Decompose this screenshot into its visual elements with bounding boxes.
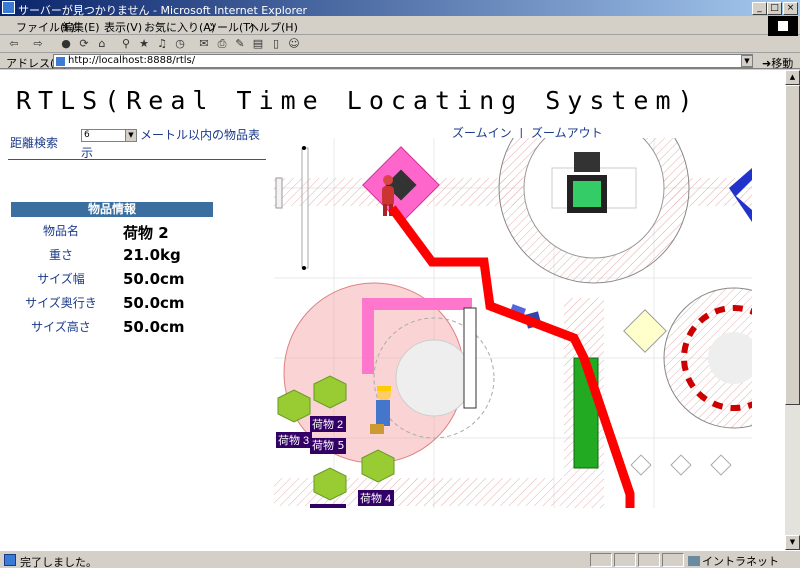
item-height-label: サイズ高さ	[31, 320, 91, 334]
done-icon	[4, 554, 16, 566]
person-icon[interactable]: ☺	[286, 37, 302, 51]
package-5-label: 荷物 5	[310, 438, 346, 454]
chevron-down-icon: ▼	[125, 130, 136, 141]
page-icon	[56, 57, 65, 66]
history-icon[interactable]: ◷	[172, 37, 188, 51]
intranet-icon	[688, 556, 700, 566]
address-url: http://localhost:8888/rtls/	[68, 55, 196, 66]
favorites-icon[interactable]: ★	[136, 37, 152, 51]
item-width-label: サイズ幅	[37, 272, 85, 286]
search-icon[interactable]: ⚲	[118, 37, 134, 51]
item-depth-row: サイズ奥行き 50.0cm	[11, 294, 261, 314]
package-3-label: 荷物 3	[278, 433, 309, 447]
distance-search-label: 距離検索	[10, 136, 59, 150]
home-icon[interactable]: ⌂	[94, 37, 110, 51]
discuss-icon[interactable]: ▤	[250, 37, 266, 51]
menu-bar: ファイル(F) 編集(E) 表示(V) お気に入り(A) ツール(T) ヘルプ(…	[0, 16, 800, 35]
browser-toolbar: ⇦ ⇨ ● ⟳ ⌂ ⚲ ★ ♫ ◷ ✉ ⎙ ✎ ▤ ▯ ☺	[0, 35, 800, 53]
scroll-up-icon[interactable]: ▲	[785, 70, 800, 85]
distance-value: 6	[84, 130, 90, 140]
divider	[8, 159, 266, 160]
page-viewport: RTLS(Real Time Locating System) 距離検索 6 ▼…	[0, 70, 785, 550]
item-width-row: サイズ幅 50.0cm	[11, 270, 261, 290]
print-icon[interactable]: ⎙	[214, 37, 230, 51]
status-pane	[662, 553, 684, 567]
item-weight-label: 重さ	[48, 248, 73, 262]
ie-icon	[2, 1, 15, 14]
item-depth-value: 50.0cm	[123, 294, 185, 312]
maximize-button[interactable]: □	[767, 2, 782, 15]
package-2-label: 荷物 2	[312, 417, 343, 431]
item-info-header: 物品情報	[11, 202, 213, 217]
address-dropdown-icon[interactable]: ▼	[741, 55, 753, 67]
messenger-icon[interactable]: ▯	[268, 37, 284, 51]
item-height-row: サイズ高さ 50.0cm	[11, 318, 261, 338]
vertical-scrollbar[interactable]: ▲ ▼	[785, 70, 800, 550]
item-height-value: 50.0cm	[123, 318, 185, 336]
item-width-value: 50.0cm	[123, 270, 185, 288]
item-name-label: 物品名	[42, 224, 79, 238]
status-pane	[638, 553, 660, 567]
distance-select[interactable]: 6 ▼	[81, 129, 137, 142]
refresh-icon[interactable]: ⟳	[76, 37, 92, 51]
close-button[interactable]: ×	[783, 2, 798, 15]
scroll-down-icon[interactable]: ▼	[785, 535, 800, 550]
zone-label: イントラネット	[702, 555, 779, 568]
package-4-label: 荷物 4	[360, 491, 391, 505]
menu-favorites[interactable]: お気に入り(A)	[144, 19, 215, 35]
status-pane	[614, 553, 636, 567]
edit-icon[interactable]: ✎	[232, 37, 248, 51]
status-pane	[590, 553, 612, 567]
go-label: 移動	[771, 57, 794, 70]
mail-icon[interactable]: ✉	[196, 37, 212, 51]
page-title: RTLS(Real Time Locating System)	[16, 86, 700, 115]
address-input[interactable]: http://localhost:8888/rtls/	[53, 54, 753, 68]
security-zone: イントラネット	[688, 553, 779, 568]
menu-help[interactable]: ヘルプ(H)	[248, 19, 298, 35]
item-name-row: 物品名 荷物 2	[11, 222, 261, 242]
windows-logo-icon	[768, 16, 798, 36]
item-weight-row: 重さ 21.0kg	[11, 246, 261, 266]
item-weight-value: 21.0kg	[123, 246, 181, 264]
stop-icon[interactable]: ●	[58, 37, 74, 51]
scroll-thumb[interactable]	[785, 85, 800, 405]
back-icon[interactable]: ⇦	[6, 37, 22, 51]
status-text: 完了しました。	[20, 556, 97, 568]
media-icon[interactable]: ♫	[154, 37, 170, 51]
forward-icon[interactable]: ⇨	[30, 37, 46, 51]
status-bar: 完了しました。 イントラネット	[0, 550, 800, 568]
menu-view[interactable]: 表示(V)	[104, 19, 142, 35]
item-name-value: 荷物 2	[123, 224, 169, 242]
distance-suffix: メートル以内の物品表	[140, 128, 261, 142]
go-button[interactable]: ➜移動	[762, 55, 793, 71]
menu-edit[interactable]: 編集(E)	[62, 19, 100, 35]
minimize-button[interactable]: _	[752, 2, 767, 15]
window-titlebar: サーバーが見つかりません - Microsoft Internet Explor…	[0, 0, 800, 17]
address-bar: アドレス(D) http://localhost:8888/rtls/ ▼ ➜移…	[0, 53, 800, 71]
item-depth-label: サイズ奥行き	[25, 296, 97, 310]
